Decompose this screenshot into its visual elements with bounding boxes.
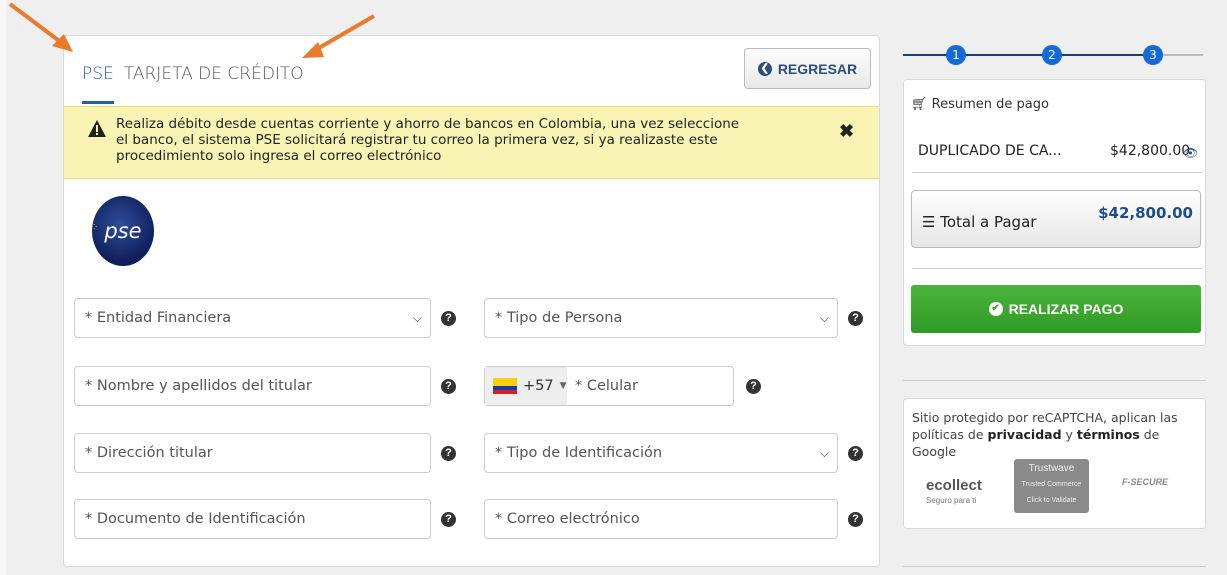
tipo-identificacion-select[interactable]: * Tipo de Identificación ⌵ [484,433,838,473]
payment-form-panel: PSE TARJETA DE CRÉDITO ❮ REGRESAR Realiz… [63,35,880,567]
nombre-titular-placeholder: * Nombre y apellidos del titular [85,378,312,394]
direccion-titular-placeholder: * Dirección titular [85,445,213,461]
alert-line-3: procedimiento solo ingresa el correo ele… [116,148,442,164]
help-icon[interactable]: ? [441,311,456,326]
alert-line-2: el banco, el sistema PSE solicitará regi… [116,132,718,148]
arrow-annotation-icon [8,2,73,52]
help-icon[interactable]: ? [746,379,761,394]
ecollect-name: ecollect [926,477,982,494]
help-icon[interactable]: ? [848,446,863,461]
tab-tarjeta-de-credito[interactable]: TARJETA DE CRÉDITO [124,64,304,104]
realizar-pago-label: REALIZAR PAGO [1008,301,1124,317]
total-label: ☰ Total a Pagar [922,213,1036,231]
celular-field: +57 ▼ * Celular [484,366,734,406]
chevron-down-icon: ⌵ [412,311,422,325]
step-2: 2 [1042,45,1062,65]
tab-pse[interactable]: PSE [82,64,114,104]
warning-icon [88,120,106,137]
right-divider [903,380,1206,381]
help-icon[interactable]: ? [848,311,863,326]
alert-line-1: Realiza débito desde cuentas corriente y… [116,116,740,132]
chevron-down-icon: ⌵ [819,311,829,325]
cart-icon: 🛒︎ [911,97,928,112]
pse-logo-dots: ⁘ [90,222,99,233]
pse-logo: ⁘ pse [90,196,154,266]
summary-divider [912,172,1202,173]
caret-down-icon: ▼ [559,381,567,391]
list-icon: ☰ [922,213,936,231]
documento-identificacion-input[interactable]: * Documento de Identificación [74,499,431,539]
fsecure-logo: F-SECURE [1122,477,1169,487]
recaptcha-text: Sitio protegido por reCAPTCHA, aplican l… [912,409,1202,460]
trustwave-validate: Click to Validate [1026,497,1077,504]
summary-item-price: $42,800.00 [1110,143,1191,159]
terminos-link[interactable]: términos [1077,427,1140,442]
entidad-financiera-value: * Entidad Financiera [85,310,232,326]
regresar-button[interactable]: ❮ REGRESAR [744,48,871,89]
trustwave-sub: Trusted Commerce [1021,481,1082,488]
nombre-titular-input[interactable]: * Nombre y apellidos del titular [74,366,431,406]
step-progress-line [903,54,1143,56]
correo-electronico-input[interactable]: * Correo electrónico [484,499,838,539]
alert-message: Realiza débito desde cuentas corriente y… [116,116,776,164]
check-circle-icon: ✔ [988,302,1003,316]
payment-summary-panel: 🛒︎ Resumen de pago DUPLICADO DE CA... $4… [903,79,1206,346]
realizar-pago-button[interactable]: ✔ REALIZAR PAGO [911,285,1201,333]
direccion-titular-input[interactable]: * Dirección titular [74,433,431,473]
summary-divider [912,268,1202,269]
documento-identificacion-placeholder: * Documento de Identificación [85,511,306,527]
help-icon[interactable]: ? [441,512,456,527]
payment-method-tabs: PSE TARJETA DE CRÉDITO [82,64,314,104]
total-box: ☰ Total a Pagar $42,800.00 [911,190,1201,248]
step-1: 1 [946,45,966,65]
ecollect-logo: ecollect Seguro para ti [926,477,982,505]
correo-electronico-placeholder: * Correo electrónico [495,511,640,527]
arrow-annotation-icon [302,14,376,58]
step-3: 3 [1143,45,1163,65]
eye-icon[interactable]: 👁︎ [1183,146,1198,160]
summary-item-name: DUPLICADO DE CA... [918,143,1062,159]
pse-logo-text: pse [104,219,142,243]
country-code-select[interactable]: +57 ▼ [485,367,567,405]
ecollect-tagline: Seguro para ti [926,496,977,505]
country-code-value: +57 [523,378,554,394]
total-label-text: Total a Pagar [940,213,1037,231]
recaptcha-line-2: políticas de privacidad y términos de Go… [912,427,1160,459]
close-icon[interactable]: ✖ [839,121,854,142]
help-icon[interactable]: ? [848,512,863,527]
regresar-label: REGRESAR [777,60,858,77]
total-value: $42,800.00 [1098,204,1193,222]
checkout-steps: 1 2 3 [903,44,1203,66]
help-icon[interactable]: ? [441,446,456,461]
entidad-financiera-select[interactable]: * Entidad Financiera ⌵ [74,298,431,338]
privacidad-link[interactable]: privacidad [988,427,1062,442]
celular-input[interactable]: * Celular [567,378,638,394]
left-edge-strip [0,0,6,575]
recaptcha-line-1: Sitio protegido por reCAPTCHA, aplican l… [912,410,1178,425]
trustwave-seal[interactable]: Trustwave Trusted Commerce Click to Vali… [1014,459,1089,513]
summary-title: 🛒︎ Resumen de pago [911,97,1049,112]
chevron-left-circle-icon: ❮ [757,61,772,76]
recaptcha-notice: Sitio protegido por reCAPTCHA, aplican l… [903,398,1206,529]
tipo-persona-value: * Tipo de Persona [495,310,623,326]
tipo-identificacion-value: * Tipo de Identificación [495,445,663,461]
trustwave-name: Trustwave [1028,463,1075,474]
info-alert: Realiza débito desde cuentas corriente y… [64,106,879,179]
help-icon[interactable]: ? [441,379,456,394]
right-divider [903,566,1206,567]
chevron-down-icon: ⌵ [819,446,829,460]
colombia-flag-icon [493,378,517,394]
tipo-persona-select[interactable]: * Tipo de Persona ⌵ [484,298,838,338]
summary-title-label: Resumen de pago [931,97,1049,112]
